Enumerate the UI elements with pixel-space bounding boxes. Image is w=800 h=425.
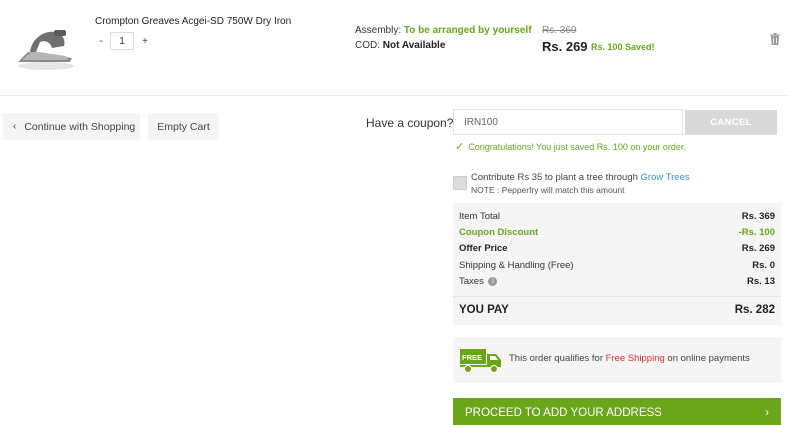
assembly-info: Assembly: To be arranged by yourself	[355, 25, 532, 36]
proceed-label: PROCEED TO ADD YOUR ADDRESS	[465, 407, 662, 419]
proceed-to-address-button[interactable]: PROCEED TO ADD YOUR ADDRESS ›	[453, 398, 781, 425]
taxes-label-group: Taxes i	[459, 276, 498, 287]
free-badge-text: FREE	[462, 353, 482, 362]
chevron-right-icon: ›	[765, 407, 769, 419]
product-thumbnail-iron[interactable]	[12, 22, 76, 72]
free-shipping-highlight: Free Shipping	[605, 353, 665, 364]
summary-divider	[453, 296, 781, 297]
empty-cart-button[interactable]: Empty Cart	[148, 113, 219, 140]
summary-row-taxes: Taxes i Rs. 13	[459, 276, 775, 287]
coupon-success-message: ✓ Congratulations! You just saved Rs. 10…	[455, 140, 686, 153]
savings-label: Rs. 100 Saved!	[591, 42, 655, 52]
quantity-increase-button[interactable]: +	[140, 36, 150, 47]
summary-value: Rs. 269	[741, 243, 775, 254]
product-name[interactable]: Crompton Greaves Acgei-SD 750W Dry Iron	[95, 16, 291, 27]
continue-shopping-label: Continue with Shopping	[24, 120, 136, 133]
order-summary: Item Total Rs. 369 Coupon Discount -Rs. …	[453, 203, 781, 325]
continue-shopping-button[interactable]: ‹ Continue with Shopping	[3, 113, 140, 140]
summary-value: Rs. 369	[741, 211, 775, 222]
free-shipping-text: This order qualifies for Free Shipping o…	[509, 353, 750, 364]
free-shipping-post: on online payments	[667, 353, 750, 364]
cod-label: COD:	[355, 40, 380, 51]
original-price: Rs. 369	[542, 25, 577, 36]
contribute-label: Contribute Rs 35 to plant a tree through	[471, 172, 638, 183]
chevron-left-icon: ‹	[13, 121, 17, 132]
free-shipping-truck-icon: FREE	[460, 349, 501, 373]
free-shipping-pre: This order qualifies for	[509, 353, 603, 364]
assembly-label: Assembly:	[355, 25, 402, 36]
summary-label: Taxes	[459, 276, 484, 287]
you-pay-row: YOU PAY Rs. 282	[459, 304, 775, 316]
summary-value: Rs. 0	[752, 260, 775, 271]
section-divider	[0, 95, 790, 96]
summary-label: Coupon Discount	[459, 227, 539, 238]
quantity-decrease-button[interactable]: -	[96, 36, 106, 47]
contribute-note: NOTE : Pepperfry will match this amount	[471, 185, 625, 195]
contribute-checkbox[interactable]	[453, 176, 467, 190]
info-icon[interactable]: i	[488, 276, 498, 286]
summary-value: Rs. 13	[747, 276, 775, 287]
coupon-cancel-button[interactable]: CANCEL	[685, 110, 777, 135]
summary-label: Item Total	[459, 211, 501, 222]
summary-row-offer-price: Offer Price Rs. 269	[459, 243, 775, 254]
summary-row-item-total: Item Total Rs. 369	[459, 211, 775, 222]
cod-info: COD: Not Available	[355, 40, 445, 51]
contribute-text: Contribute Rs 35 to plant a tree through…	[471, 172, 690, 183]
you-pay-label: YOU PAY	[459, 304, 509, 316]
summary-label: Offer Price	[459, 243, 508, 254]
free-shipping-banner: FREE This order qualifies for Free Shipp…	[453, 337, 781, 383]
assembly-value: To be arranged by yourself	[403, 25, 532, 36]
offer-price: Rs. 269	[542, 39, 588, 54]
coupon-label: Have a coupon?	[366, 116, 454, 130]
summary-row-coupon-discount: Coupon Discount -Rs. 100	[459, 227, 775, 238]
cod-value: Not Available	[382, 40, 446, 51]
trash-icon[interactable]	[770, 33, 780, 45]
you-pay-value: Rs. 282	[734, 304, 775, 316]
quantity-input[interactable]	[110, 32, 134, 50]
summary-label: Shipping & Handling (Free)	[459, 260, 574, 271]
check-icon: ✓	[455, 141, 465, 153]
grow-trees-link[interactable]: Grow Trees	[641, 172, 690, 183]
coupon-message-text: Congratulations! You just saved Rs. 100 …	[468, 141, 686, 152]
coupon-input[interactable]	[453, 109, 683, 135]
summary-value: -Rs. 100	[738, 227, 775, 238]
summary-row-shipping: Shipping & Handling (Free) Rs. 0	[459, 260, 775, 271]
